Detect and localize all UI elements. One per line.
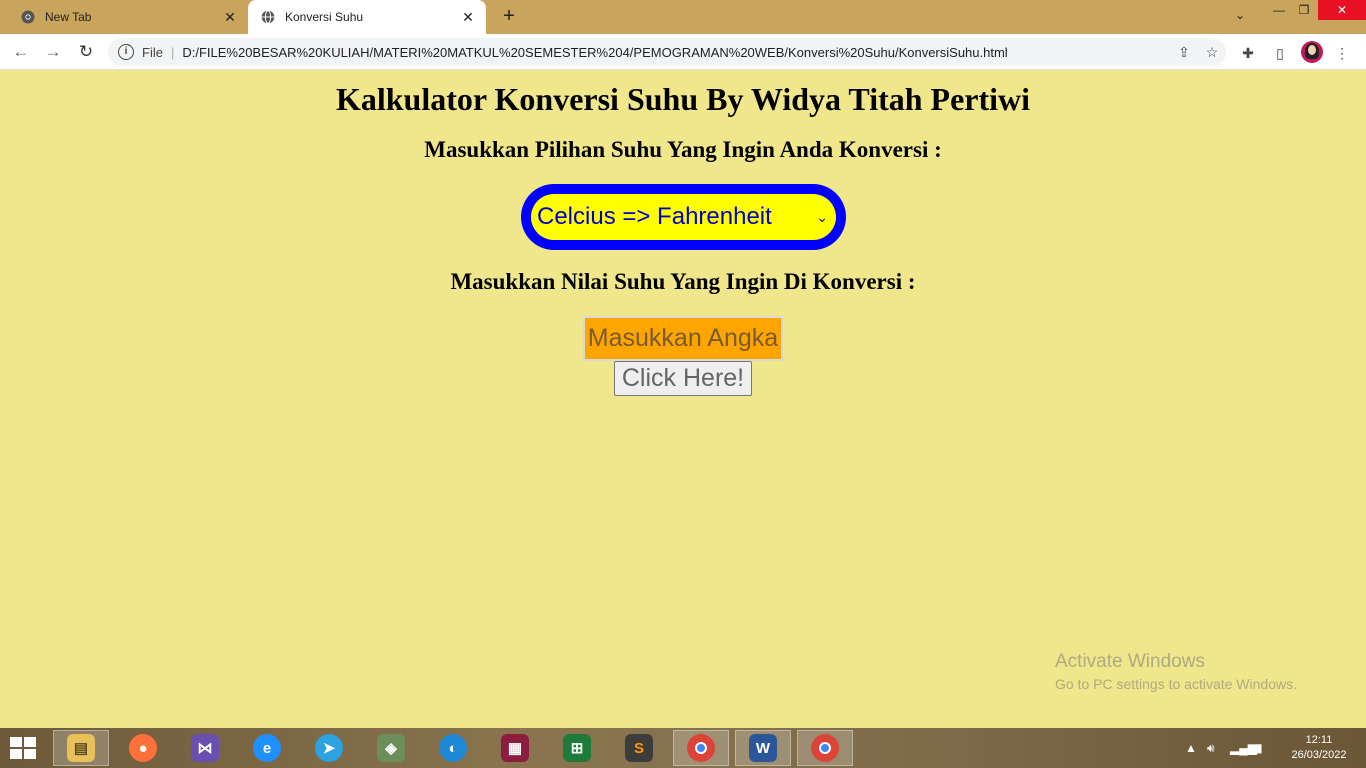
back-arrow-icon[interactable]: ← xyxy=(9,40,33,64)
chrome-icon[interactable] xyxy=(797,730,853,766)
convert-button[interactable]: Click Here! xyxy=(614,361,752,396)
close-tab-icon[interactable]: ✕ xyxy=(222,9,238,25)
url-text[interactable]: D:/FILE%20BESAR%20KULIAH/MATERI%20MATKUL… xyxy=(182,45,1170,60)
word-icon[interactable]: W xyxy=(735,730,791,766)
new-tab-plus-icon[interactable]: + xyxy=(498,6,520,28)
chevron-down-icon: ⌄ xyxy=(816,208,828,225)
tab-konversi-suhu[interactable]: Konversi Suhu ✕ xyxy=(248,0,486,34)
sublime-text-icon[interactable]: S xyxy=(611,730,667,766)
divider: | xyxy=(170,44,175,60)
network-signal-icon[interactable]: ▂▄▆ xyxy=(1230,728,1257,768)
watermark-title: Activate Windows xyxy=(1055,651,1205,672)
tab-new-tab[interactable]: New Tab ✕ xyxy=(8,0,248,34)
clock-time: 12:11 xyxy=(1305,734,1333,746)
battery-icon[interactable]: ▮ xyxy=(1256,728,1263,768)
winrar-icon[interactable]: ▦ xyxy=(487,730,543,766)
extensions-puzzle-icon[interactable]: ✚ xyxy=(1238,43,1258,63)
tab-title: New Tab xyxy=(45,10,92,24)
tab-title: Konversi Suhu xyxy=(285,10,364,24)
visual-studio-icon[interactable]: ⋈ xyxy=(177,730,233,766)
tab-search-chevron-icon[interactable]: ⌄ xyxy=(1230,8,1250,26)
bookmark-star-icon[interactable]: ☆ xyxy=(1198,44,1226,61)
restore-icon[interactable]: ❐ xyxy=(1287,0,1321,20)
share-icon[interactable]: ⇪ xyxy=(1170,44,1198,61)
conversion-select-box[interactable]: Celcius => Fahrenheit ⌄ xyxy=(531,194,836,240)
window-close-icon[interactable]: ✕ xyxy=(1318,0,1366,20)
show-hidden-icons-chevron-icon[interactable]: ▲ xyxy=(1185,728,1197,768)
browser-toolbar: ← → ↻ i File | D:/FILE%20BESAR%20KULIAH/… xyxy=(0,34,1366,70)
chrome-icon xyxy=(20,9,36,25)
volume-icon[interactable]: 🔊︎ xyxy=(1207,728,1215,768)
chrome-icon[interactable] xyxy=(673,730,729,766)
globe-icon xyxy=(260,9,276,25)
clock-date: 26/03/2022 xyxy=(1291,749,1347,761)
excel-icon[interactable]: ⊞ xyxy=(549,730,605,766)
address-bar[interactable]: i File | D:/FILE%20BESAR%20KULIAH/MATERI… xyxy=(108,38,1226,66)
page-title: Kalkulator Konversi Suhu By Widya Titah … xyxy=(335,81,1031,117)
profile-avatar[interactable] xyxy=(1301,41,1323,63)
conversion-select[interactable]: Celcius => Fahrenheit ⌄ xyxy=(521,184,846,250)
file-explorer-icon[interactable]: ▤ xyxy=(53,730,109,766)
temperature-input[interactable]: Masukkan Angka xyxy=(583,316,783,361)
watermark-subtitle: Go to PC settings to activate Windows. xyxy=(1055,676,1297,692)
info-icon[interactable]: i xyxy=(118,44,134,60)
scheme-label: File xyxy=(142,44,163,60)
windows-taskbar: ▤ ● ⋈ e ➤ ◈ ◐ ▦ ⊞ S W ▲ 🔊︎ ▂▄▆ ▮ 12:11 2… xyxy=(0,728,1366,768)
select-prompt: Masukkan Pilihan Suhu Yang Ingin Anda Ko… xyxy=(424,137,942,162)
telegram-icon[interactable]: ➤ xyxy=(301,730,357,766)
internet-explorer-icon[interactable]: e xyxy=(239,730,295,766)
virtualbox-icon[interactable]: ◈ xyxy=(363,730,419,766)
edge-icon[interactable]: ◐ xyxy=(425,730,481,766)
close-tab-icon[interactable]: ✕ xyxy=(460,9,476,25)
input-prompt: Masukkan Nilai Suhu Yang Ingin Di Konver… xyxy=(450,269,916,294)
system-clock[interactable]: 12:11 26/03/2022 xyxy=(1284,733,1354,763)
tab-strip: New Tab ✕ Konversi Suhu ✕ + ⌄ — ❐ ✕ xyxy=(0,0,1366,34)
page-content: Kalkulator Konversi Suhu By Widya Titah … xyxy=(0,71,1366,728)
reload-icon[interactable]: ↻ xyxy=(74,40,98,64)
side-panel-icon[interactable]: ▯ xyxy=(1270,43,1290,63)
forward-arrow-icon[interactable]: → xyxy=(41,40,65,64)
menu-kebab-icon[interactable]: ⋮ xyxy=(1332,43,1352,63)
activate-windows-watermark: Activate Windows Go to PC settings to ac… xyxy=(1055,651,1297,692)
selected-option: Celcius => Fahrenheit xyxy=(537,203,772,230)
windows-start-icon[interactable] xyxy=(10,737,40,761)
firefox-icon[interactable]: ● xyxy=(115,730,171,766)
